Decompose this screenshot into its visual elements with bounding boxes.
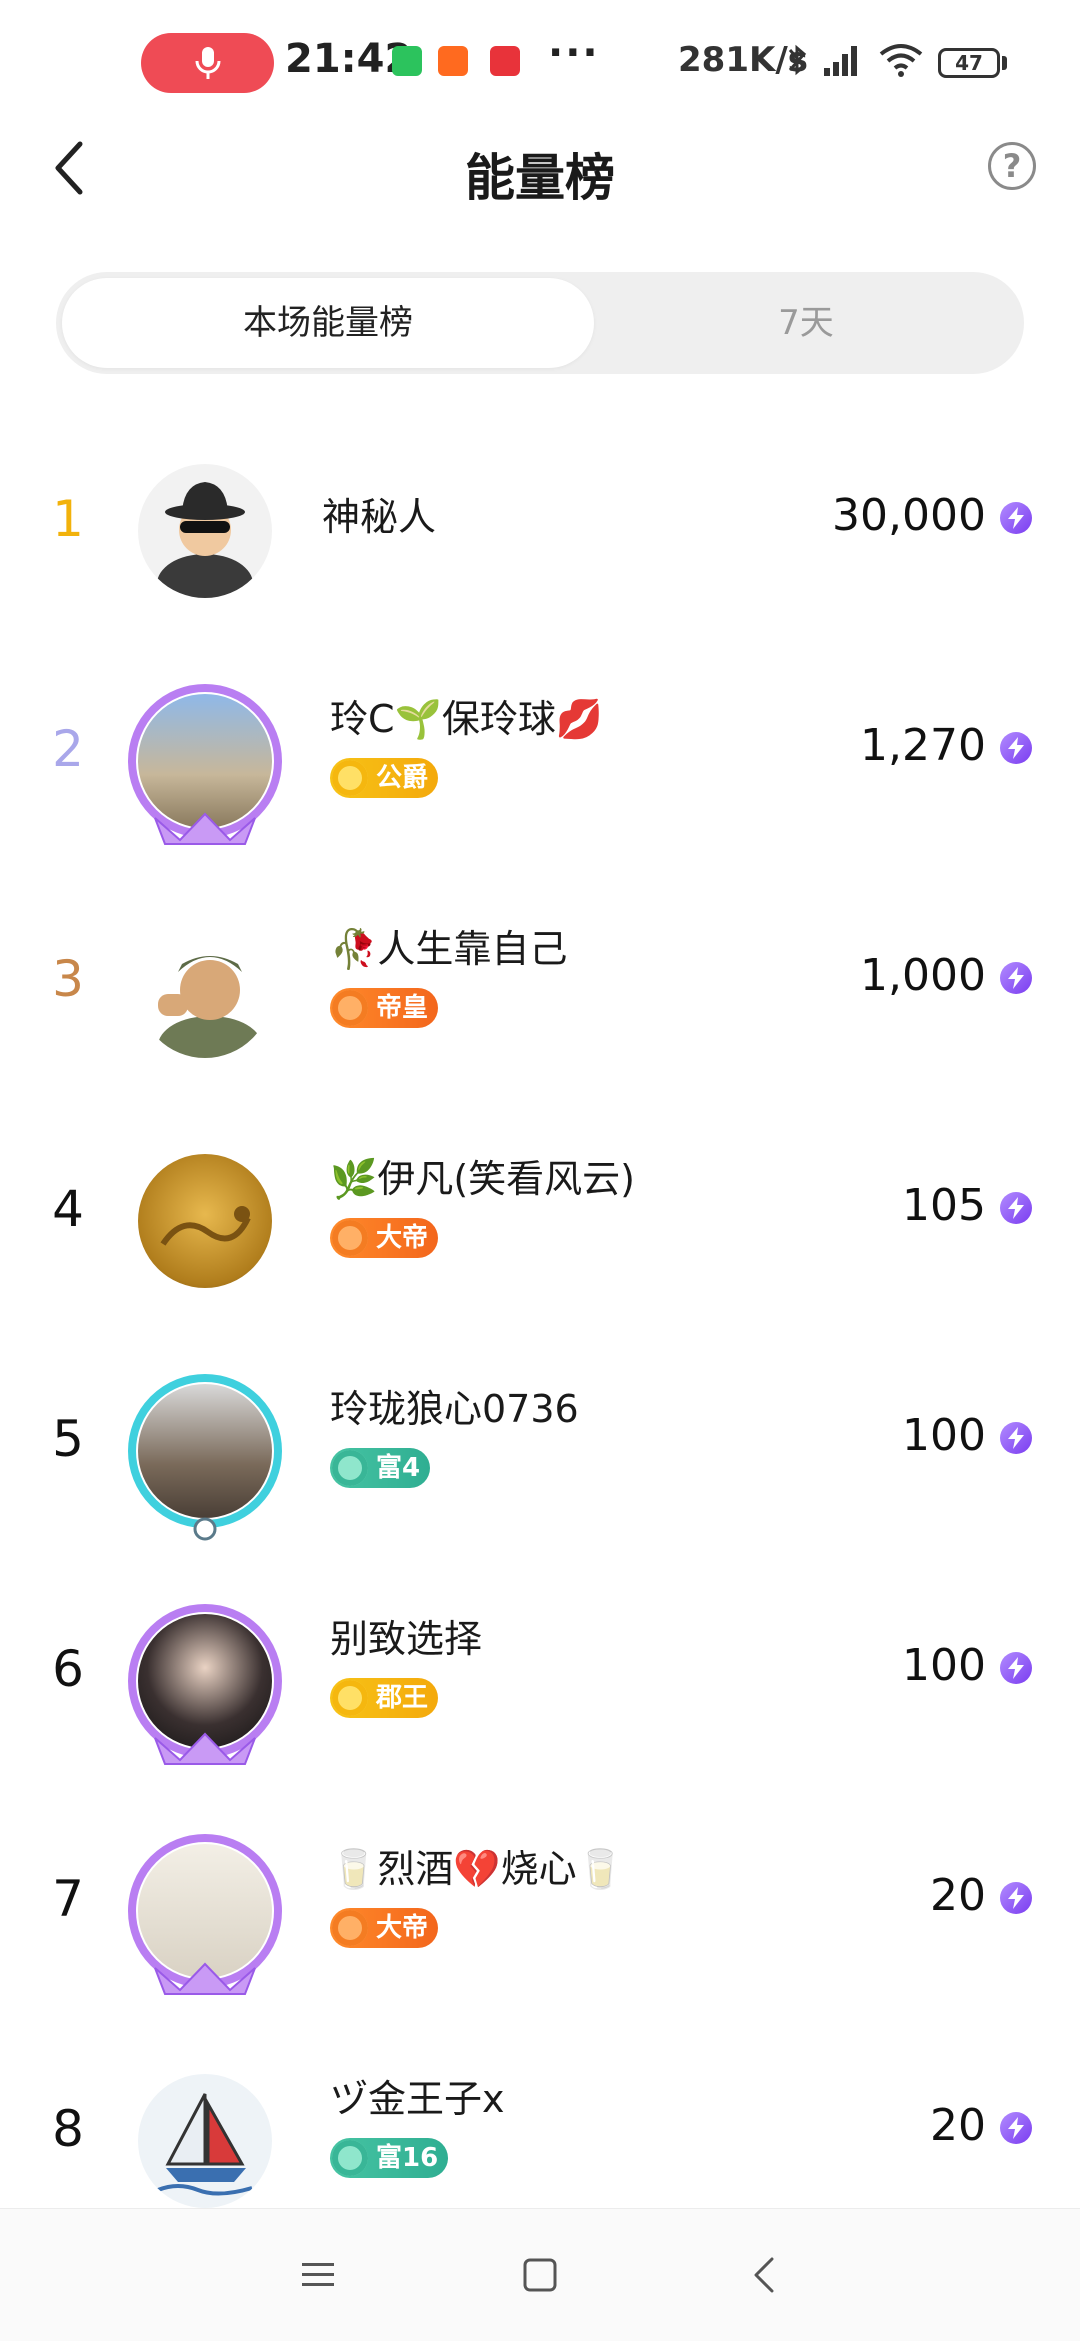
signal-icon [824,46,857,76]
avatar [138,1614,272,1748]
tab-current-session[interactable]: 本场能量榜 [62,278,594,368]
rank-number: 4 [52,1180,84,1238]
rank-number: 2 [52,720,84,778]
dragon-emblem-icon [160,1206,251,1246]
rank-number: 5 [52,1410,84,1468]
badge-icon [332,1910,368,1946]
sailboat-icon [157,2093,253,2196]
badge-icon [332,990,368,1026]
user-name: 🥛烈酒💔烧心🥛 [330,1847,624,1891]
ranking-tabs: 本场能量榜 7天 [56,272,1024,374]
app-notification-icon [392,46,422,76]
list-item[interactable]: 1 神秘人 30,000 [0,420,1080,650]
energy-score: 20 [930,1870,986,1921]
energy-icon [1000,962,1032,994]
frame-ornament-icon [193,1517,217,1541]
tab-7-days[interactable]: 7天 [594,278,1018,368]
crown-decoration-icon [154,812,256,845]
avatar [138,1154,272,1288]
crown-decoration-icon [154,1732,256,1765]
energy-score: 1,000 [860,950,986,1001]
avatar [138,694,272,828]
energy-icon [1000,1652,1032,1684]
energy-icon [1000,502,1032,534]
energy-icon [1000,1422,1032,1454]
avatar [138,1844,272,1978]
status-bar: 21:42 ··· 281K/s 47 [0,0,1080,120]
avatar [138,464,272,598]
level-badge: 富4 [330,1448,431,1488]
badge-label: 帝皇 [376,993,429,1023]
badge-label: 大帝 [376,1223,429,1253]
energy-score: 100 [902,1640,986,1691]
menu-icon[interactable] [296,2253,340,2297]
rank-number: 1 [52,490,84,548]
badge-icon [332,1220,368,1256]
badge-icon [332,1680,368,1716]
bluetooth-icon [788,44,807,76]
level-badge: 大帝 [330,1218,439,1258]
battery-level: 47 [955,51,983,75]
app-notification-icon [490,46,520,76]
page-title: 能量榜 [465,149,615,207]
energy-score: 105 [902,1180,986,1231]
user-name: 别致选择 [330,1617,483,1661]
crown-decoration-icon [154,1962,256,1995]
level-badge: 帝皇 [330,988,439,1028]
list-item[interactable]: 5 玲珑狼心0736 富4 100 [0,1340,1080,1570]
energy-score: 20 [930,2100,986,2151]
user-name: 玲C🌱保玲球💋 [330,697,604,741]
badge-icon [332,2140,368,2176]
level-badge: 大帝 [330,1908,439,1948]
system-nav-bar [0,2208,1080,2341]
rank-number: 7 [52,1870,84,1928]
taobao-notification-icon [438,46,468,76]
energy-icon [1000,1192,1032,1224]
badge-label: 大帝 [376,1913,429,1943]
badge-icon [332,760,368,796]
battery-icon: 47 [938,48,1000,78]
mic-icon [195,47,221,79]
level-badge: 富16 [330,2138,449,2178]
energy-score: 100 [902,1410,986,1461]
energy-icon [1000,732,1032,764]
avatar [138,2074,272,2208]
avatar [138,1384,272,1518]
mystery-person-icon [157,482,253,598]
more-notifications-icon: ··· [548,30,600,76]
energy-icon [1000,2112,1032,2144]
list-item[interactable]: 4 🌿伊凡(笑看风云) 大帝 105 [0,1110,1080,1340]
user-name: ヅ金王子x [330,2077,505,2121]
back-icon[interactable] [744,2253,788,2297]
rank-number: 3 [52,950,84,1008]
home-icon[interactable] [518,2253,562,2297]
energy-score: 1,270 [860,720,986,771]
list-item[interactable]: 6 别致选择 郡王 100 [0,1570,1080,1800]
badge-icon [332,1450,368,1486]
rank-number: 6 [52,1640,84,1698]
avatar [138,924,272,1058]
help-button[interactable]: ? [988,142,1036,190]
rank-number: 8 [52,2100,84,2158]
battery-tip [1002,56,1007,70]
level-badge: 公爵 [330,758,439,798]
list-item[interactable]: 2 玲C🌱保玲球💋 公爵 1,270 [0,650,1080,880]
badge-label: 富16 [376,2143,439,2173]
user-name: 🌿伊凡(笑看风云) [330,1157,635,1201]
badge-label: 郡王 [376,1683,429,1713]
user-name: 🥀人生靠自己 [330,927,568,971]
wifi-icon [879,44,923,77]
soldier-avatar-icon [158,956,262,1058]
user-name: 神秘人 [322,495,437,539]
badge-label: 富4 [376,1453,421,1483]
list-item[interactable]: 7 🥛烈酒💔烧心🥛 大帝 20 [0,1800,1080,2030]
user-name: 玲珑狼心0736 [330,1387,579,1431]
energy-icon [1000,1882,1032,1914]
badge-label: 公爵 [376,763,429,793]
level-badge: 郡王 [330,1678,439,1718]
list-item[interactable]: 3 🥀人生靠自己 帝皇 1,000 [0,880,1080,1110]
energy-score: 30,000 [832,490,986,541]
voice-recording-pill[interactable] [141,33,274,93]
